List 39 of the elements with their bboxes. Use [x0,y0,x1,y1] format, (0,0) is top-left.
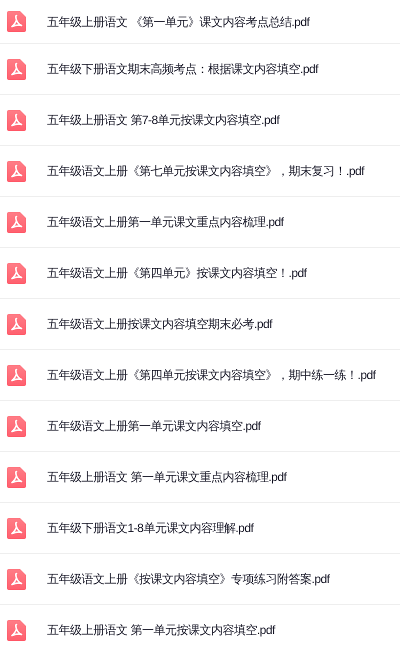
file-name: 五年级语文上册按课文内容填空期末必考.pdf [47,316,272,333]
file-name: 五年级语文上册《第七单元按课文内容填空》，期末复习！.pdf [47,163,364,180]
file-list-item[interactable]: 五年级语文上册第一单元课文内容填空.pdf [0,401,400,452]
file-name: 五年级上册语文 第一单元课文重点内容梳理.pdf [47,469,286,486]
file-list-item[interactable]: 五年级下册语文1-8单元课文内容理解.pdf [0,503,400,554]
file-list-item[interactable]: 五年级下册语文期末高频考点：根据课文内容填空.pdf [0,44,400,95]
file-list-item[interactable]: 五年级语文上册按课文内容填空期末必考.pdf [0,299,400,350]
pdf-file-icon [7,11,26,32]
file-name: 五年级语文上册《第四单元》按课文内容填空！.pdf [47,265,307,282]
pdf-file-icon [7,518,26,538]
file-list-item[interactable]: 五年级语文上册《按课文内容填空》专项练习附答案.pdf [0,554,400,605]
pdf-file-icon [7,416,26,436]
pdf-file-icon [7,160,26,182]
file-list-item[interactable]: 五年级语文上册《第四单元按课文内容填空》，期中练一练！.pdf [0,350,400,401]
pdf-file-icon [7,110,26,130]
file-list-item[interactable]: 五年级语文上册《第七单元按课文内容填空》，期末复习！.pdf [0,146,400,197]
pdf-file-icon [7,212,26,232]
pdf-file-icon [7,58,26,80]
file-list-item[interactable]: 五年级语文上册第一单元课文重点内容梳理.pdf [0,197,400,248]
file-name: 五年级下册语文期末高频考点：根据课文内容填空.pdf [47,61,318,78]
file-list-item[interactable]: 五年级上册语文 第一单元按课文内容填空.pdf [0,605,400,652]
file-name: 五年级上册语文 《第一单元》课文内容考点总结.pdf [47,14,310,30]
file-list-item[interactable]: 五年级上册语文 第一单元课文重点内容梳理.pdf [0,452,400,503]
file-name: 五年级语文上册《按课文内容填空》专项练习附答案.pdf [47,571,330,588]
pdf-file-icon [7,314,26,334]
file-list-item[interactable]: 五年级上册语文 《第一单元》课文内容考点总结.pdf [0,0,400,44]
pdf-file-icon [7,466,26,488]
pdf-file-icon [7,620,26,640]
file-name: 五年级上册语文 第7-8单元按课文内容填空.pdf [47,112,280,129]
file-name: 五年级上册语文 第一单元按课文内容填空.pdf [47,622,275,639]
file-name: 五年级语文上册第一单元课文重点内容梳理.pdf [47,214,284,231]
pdf-file-icon [7,568,26,590]
pdf-file-icon [7,364,26,386]
file-name: 五年级语文上册《第四单元按课文内容填空》，期中练一练！.pdf [47,367,376,384]
file-list-item[interactable]: 五年级语文上册《第四单元》按课文内容填空！.pdf [0,248,400,299]
pdf-file-icon [7,262,26,284]
file-name: 五年级下册语文1-8单元课文内容理解.pdf [47,520,254,537]
file-name: 五年级语文上册第一单元课文内容填空.pdf [47,418,261,435]
file-list-item[interactable]: 五年级上册语文 第7-8单元按课文内容填空.pdf [0,95,400,146]
